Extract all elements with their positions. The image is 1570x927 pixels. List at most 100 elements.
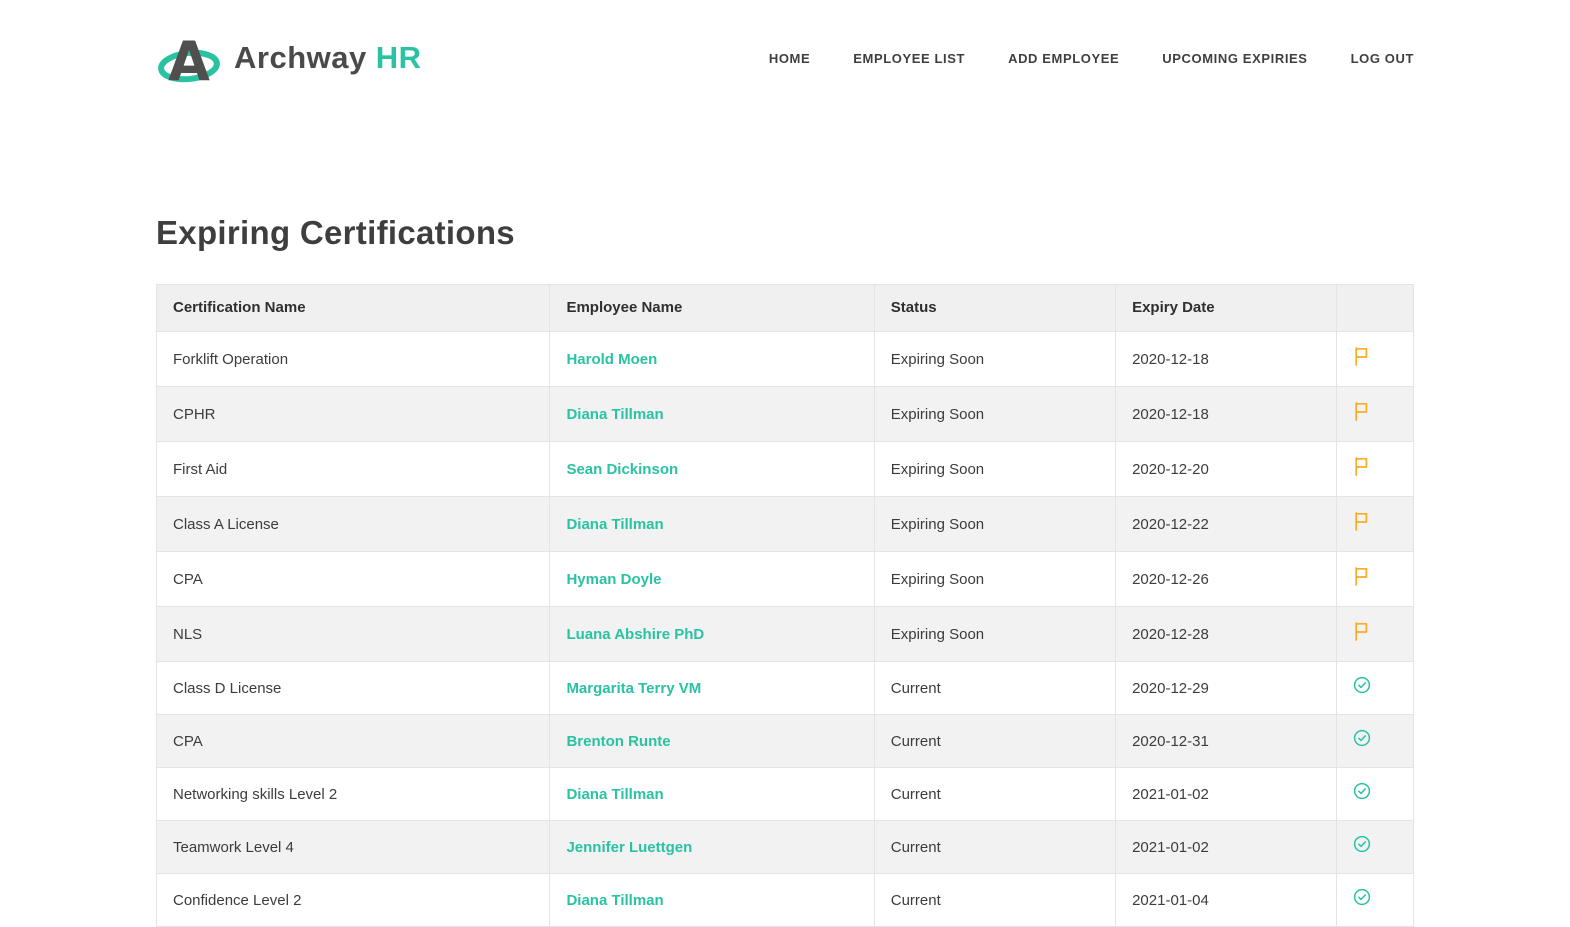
table-row: CPA Hyman Doyle Expiring Soon 2020-12-26 bbox=[155, 551, 1414, 607]
employee-link[interactable]: Diana Tillman bbox=[566, 516, 663, 533]
expiry-date-cell: 2020-12-20 bbox=[1115, 441, 1338, 497]
employee-link[interactable]: Harold Moen bbox=[566, 351, 657, 368]
expiry-date-cell: 2020-12-28 bbox=[1115, 606, 1338, 662]
certification-name-cell: CPA bbox=[155, 551, 551, 607]
flag-icon bbox=[1353, 511, 1369, 531]
brand-suffix: HR bbox=[375, 40, 422, 75]
expiry-date-cell: 2020-12-18 bbox=[1115, 331, 1338, 387]
certification-name-cell: Teamwork Level 4 bbox=[155, 820, 551, 874]
status-icon-cell bbox=[1336, 873, 1414, 927]
column-header-employee-name: Employee Name bbox=[549, 284, 875, 332]
table-row: CPHR Diana Tillman Expiring Soon 2020-12-18 bbox=[155, 386, 1414, 442]
svg-text:A: A bbox=[168, 30, 210, 88]
employee-link[interactable]: Hyman Doyle bbox=[566, 571, 661, 588]
expiry-date-cell: 2021-01-04 bbox=[1115, 873, 1338, 927]
table-row: First Aid Sean Dickinson Expiring Soon 2020… bbox=[155, 441, 1414, 497]
flag-icon bbox=[1353, 456, 1369, 476]
status-icon-cell bbox=[1336, 714, 1414, 768]
check-circle-icon bbox=[1353, 888, 1371, 906]
table-head: Certification Name Employee Name Status Exp… bbox=[155, 284, 1414, 332]
expiry-date-cell: 2021-01-02 bbox=[1115, 767, 1338, 821]
certification-name-cell: Class D License bbox=[155, 661, 551, 715]
employee-link[interactable]: Diana Tillman bbox=[566, 892, 663, 909]
flag-icon bbox=[1353, 621, 1369, 641]
employee-name-cell: Harold Moen bbox=[549, 331, 875, 387]
nav-link-log-out[interactable]: LOG OUT bbox=[1351, 51, 1414, 66]
column-header-status-icon bbox=[1336, 284, 1414, 332]
status-cell: Current bbox=[873, 873, 1117, 927]
check-circle-icon bbox=[1353, 782, 1371, 800]
page-title: Expiring Certifications bbox=[156, 214, 515, 251]
table-row: Forklift Operation Harold Moen Expiring So… bbox=[155, 331, 1414, 387]
status-cell: Current bbox=[873, 661, 1117, 715]
certification-name-cell: Forklift Operation bbox=[155, 331, 551, 387]
status-cell: Current bbox=[873, 767, 1117, 821]
employee-name-cell: Diana Tillman bbox=[549, 496, 875, 552]
employee-name-cell: Brenton Runte bbox=[549, 714, 875, 768]
employee-link[interactable]: Diana Tillman bbox=[566, 786, 663, 803]
employee-link[interactable]: Sean Dickinson bbox=[566, 461, 678, 478]
status-cell: Expiring Soon bbox=[873, 441, 1117, 497]
table-row: CPA Brenton Runte Current 2020-12-31 bbox=[155, 714, 1414, 768]
employee-link[interactable]: Luana Abshire PhD bbox=[566, 626, 704, 643]
status-cell: Expiring Soon bbox=[873, 606, 1117, 662]
flag-icon bbox=[1353, 346, 1369, 366]
column-header-expiry-date: Expiry Date bbox=[1115, 284, 1338, 332]
status-cell: Expiring Soon bbox=[873, 331, 1117, 387]
status-cell: Expiring Soon bbox=[873, 551, 1117, 607]
expiry-date-cell: 2020-12-31 bbox=[1115, 714, 1338, 768]
table-row: Class A License Diana Tillman Expiring Soo… bbox=[155, 496, 1414, 552]
flag-icon bbox=[1353, 566, 1369, 586]
employee-link[interactable]: Margarita Terry VM bbox=[566, 680, 701, 697]
status-icon-cell bbox=[1336, 551, 1414, 607]
status-icon-cell bbox=[1336, 441, 1414, 497]
employee-name-cell: Diana Tillman bbox=[549, 386, 875, 442]
table-row: NLS Luana Abshire PhD Expiring Soon 2020-12… bbox=[155, 606, 1414, 662]
employee-name-cell: Diana Tillman bbox=[549, 873, 875, 927]
expiry-date-cell: 2020-12-26 bbox=[1115, 551, 1338, 607]
employee-name-cell: Luana Abshire PhD bbox=[549, 606, 875, 662]
nav-link-upcoming-expiries[interactable]: UPCOMING EXPIRIES bbox=[1162, 51, 1307, 66]
employee-link[interactable]: Brenton Runte bbox=[566, 733, 670, 750]
status-icon-cell bbox=[1336, 331, 1414, 387]
certification-name-cell: First Aid bbox=[155, 441, 551, 497]
status-cell: Expiring Soon bbox=[873, 386, 1117, 442]
archway-logo-icon: A bbox=[158, 30, 220, 88]
expiring-certifications-table: Certification Name Employee Name Status Exp… bbox=[155, 284, 1414, 927]
expiry-date-cell: 2020-12-18 bbox=[1115, 386, 1338, 442]
check-circle-icon bbox=[1353, 729, 1371, 747]
employee-name-cell: Sean Dickinson bbox=[549, 441, 875, 497]
table-row: Teamwork Level 4 Jennifer Luettgen Current… bbox=[155, 820, 1414, 874]
check-circle-icon bbox=[1353, 835, 1371, 853]
status-icon-cell bbox=[1336, 661, 1414, 715]
column-header-certification-name: Certification Name bbox=[155, 284, 551, 332]
nav-link-add-employee[interactable]: ADD EMPLOYEE bbox=[1008, 51, 1119, 66]
table-row: Class D License Margarita Terry VM Current… bbox=[155, 661, 1414, 715]
employee-name-cell: Hyman Doyle bbox=[549, 551, 875, 607]
certification-name-cell: NLS bbox=[155, 606, 551, 662]
certification-name-cell: Networking skills Level 2 bbox=[155, 767, 551, 821]
main-content: Expiring Certifications Certification Na… bbox=[155, 214, 1414, 927]
column-header-status: Status bbox=[873, 284, 1117, 332]
certification-name-cell: CPHR bbox=[155, 386, 551, 442]
status-icon-cell bbox=[1336, 767, 1414, 821]
employee-link[interactable]: Jennifer Luettgen bbox=[566, 839, 692, 856]
employee-name-cell: Jennifer Luettgen bbox=[549, 820, 875, 874]
nav-link-employee-list[interactable]: EMPLOYEE LIST bbox=[853, 51, 965, 66]
employee-name-cell: Margarita Terry VM bbox=[549, 661, 875, 715]
certification-name-cell: Confidence Level 2 bbox=[155, 873, 551, 927]
status-cell: Current bbox=[873, 714, 1117, 768]
certification-name-cell: CPA bbox=[155, 714, 551, 768]
status-icon-cell bbox=[1336, 496, 1414, 552]
site-header: A Archway HR HOME EMPLOYEE LIST ADD EMPLOYE… bbox=[0, 0, 1570, 90]
nav-link-home[interactable]: HOME bbox=[769, 51, 810, 66]
table-row: Confidence Level 2 Diana Tillman Current 20… bbox=[155, 873, 1414, 927]
main-nav: HOME EMPLOYEE LIST ADD EMPLOYEE UPCOMING EX… bbox=[769, 51, 1414, 66]
status-cell: Expiring Soon bbox=[873, 496, 1117, 552]
status-icon-cell bbox=[1336, 820, 1414, 874]
check-circle-icon bbox=[1353, 676, 1371, 694]
employee-link[interactable]: Diana Tillman bbox=[566, 406, 663, 423]
brand-logo[interactable]: A Archway HR bbox=[156, 28, 422, 88]
expiry-date-cell: 2021-01-02 bbox=[1115, 820, 1338, 874]
status-cell: Current bbox=[873, 820, 1117, 874]
